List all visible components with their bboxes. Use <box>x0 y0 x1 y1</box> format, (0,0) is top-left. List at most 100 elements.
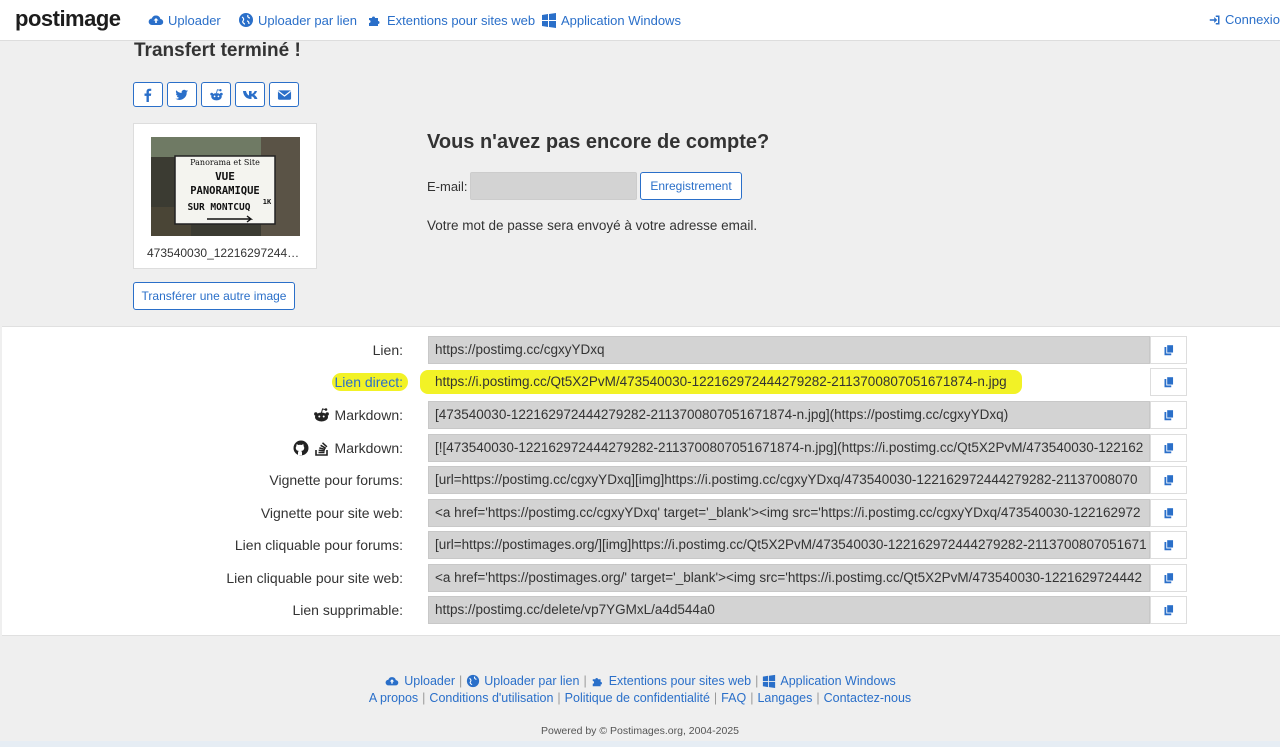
delete-link-field[interactable]: https://postimg.cc/delete/vp7YGMxL/a4d54… <box>428 596 1150 624</box>
link-row-delete: Lien supprimable: https://postimg.cc/del… <box>2 596 1280 624</box>
footer-tools: Uploader | Uploader par lien | Extention… <box>0 674 1280 688</box>
footer-faq-link[interactable]: FAQ <box>721 691 746 705</box>
copy-icon <box>1164 572 1174 584</box>
markdown-reddit-label: Markdown: <box>313 401 403 429</box>
copy-button[interactable] <box>1150 466 1187 494</box>
separator: | <box>713 691 718 705</box>
separator: | <box>755 674 759 688</box>
web-clickable-label: Lien cliquable pour site web: <box>226 570 403 586</box>
facebook-icon <box>144 88 152 102</box>
links-panel: Lien: https://postimg.cc/cgxyYDxq Lien d… <box>2 326 1280 636</box>
copy-button[interactable] <box>1150 596 1187 624</box>
copy-icon <box>1164 442 1174 454</box>
page-title: Transfert terminé ! <box>134 40 301 61</box>
uploaded-filename: 473540030_12216297244… <box>147 246 300 260</box>
vk-icon <box>243 90 258 99</box>
forum-thumbnail-label: Vignette pour forums: <box>269 472 403 488</box>
top-navbar: postimage Uploader Uploader par lien Ext… <box>0 0 1280 41</box>
web-thumbnail-label: Vignette pour site web: <box>260 505 403 521</box>
link-row-markdown-reddit: Markdown: [473540030-122162972444279282-… <box>2 401 1280 429</box>
markdown-reddit-field[interactable]: [473540030-122162972444279282-2113700807… <box>428 401 1150 429</box>
thumbnail-text-line-4: SUR MONTCUQ <box>188 202 251 213</box>
copy-icon <box>1164 507 1174 519</box>
separator: | <box>750 691 754 705</box>
web-thumbnail-field[interactable]: <a href='https://postimg.cc/cgxyYDxq' ta… <box>428 499 1150 527</box>
nav-uploader-by-link[interactable]: Uploader par lien <box>238 12 357 28</box>
separator: | <box>422 691 426 705</box>
share-twitter-button[interactable] <box>167 82 197 107</box>
footer-terms-link[interactable]: Conditions d'utilisation <box>429 691 553 705</box>
cloud-upload-icon <box>148 15 164 26</box>
globe-icon <box>239 13 253 27</box>
thumbnail-text-line-3: PANORAMIQUE <box>190 185 260 197</box>
copy-icon <box>1164 409 1174 421</box>
footer-languages-link[interactable]: Langages <box>757 691 812 705</box>
share-buttons <box>133 82 299 107</box>
link-row-web-thumbnail: Vignette pour site web: <a href='https:/… <box>2 499 1280 527</box>
web-clickable-field[interactable]: <a href='https://postimages.org/' target… <box>428 564 1150 592</box>
windows-icon <box>542 13 556 28</box>
link-field[interactable]: https://postimg.cc/cgxyYDxq <box>428 336 1150 364</box>
share-facebook-button[interactable] <box>133 82 163 107</box>
link-row-markdown-github: Markdown: [![473540030-12216297244427928… <box>2 434 1280 462</box>
link-row-direct: Lien direct: https://i.postimg.cc/Qt5X2P… <box>2 368 1280 396</box>
uploaded-image-card: Panorama et Site VUE PANORAMIQUE SUR MON… <box>133 123 317 269</box>
share-reddit-button[interactable] <box>201 82 231 107</box>
thumbnail-text-line-1: Panorama et Site <box>190 158 260 167</box>
windows-icon <box>763 674 776 688</box>
uploaded-image-thumbnail[interactable]: Panorama et Site VUE PANORAMIQUE SUR MON… <box>151 137 300 236</box>
copy-icon <box>1164 376 1174 388</box>
separator: | <box>816 691 820 705</box>
copy-icon <box>1164 604 1174 616</box>
separator: | <box>458 674 463 688</box>
nav-uploader-label: Uploader <box>168 12 221 28</box>
link-row-web-clickable: Lien cliquable pour site web: <a href='h… <box>2 564 1280 592</box>
nav-extensions-link[interactable]: Extentions pour sites web <box>367 12 535 28</box>
email-field[interactable] <box>470 172 637 200</box>
copy-button[interactable] <box>1150 368 1187 396</box>
forum-clickable-field[interactable]: [url=https://postimages.org/][img]https:… <box>428 531 1150 559</box>
share-vk-button[interactable] <box>235 82 265 107</box>
upload-another-button[interactable]: Transférer une autre image <box>133 282 295 310</box>
sign-in-icon <box>1209 15 1220 24</box>
stackoverflow-icon <box>314 442 328 456</box>
nav-login-link[interactable]: Connexion <box>1209 12 1280 27</box>
footer-about-link[interactable]: A propos <box>369 691 418 705</box>
copy-button[interactable] <box>1150 401 1187 429</box>
footer-extensions-link[interactable]: Extentions pour sites web <box>609 674 751 688</box>
markdown-github-field[interactable]: [![473540030-122162972444279282-21137008… <box>428 434 1150 462</box>
register-button[interactable]: Enregistrement <box>640 172 742 200</box>
footer-uploader-link[interactable]: Uploader <box>404 674 455 688</box>
copy-button[interactable] <box>1150 434 1187 462</box>
site-logo[interactable]: postimage <box>15 6 121 32</box>
nav-uploader-link[interactable]: Uploader <box>148 12 221 28</box>
globe-icon <box>467 674 480 688</box>
footer-uploader-by-link[interactable]: Uploader par lien <box>484 674 579 688</box>
copy-icon <box>1164 474 1174 486</box>
account-heading: Vous n'avez pas encore de compte? <box>427 131 770 153</box>
link-row-forum-thumbnail: Vignette pour forums: [url=https://posti… <box>2 466 1280 494</box>
footer-windows-app-link[interactable]: Application Windows <box>780 674 895 688</box>
footer-contact-link[interactable]: Contactez-nous <box>824 691 912 705</box>
copy-button[interactable] <box>1150 499 1187 527</box>
password-note: Votre mot de passe sera envoyé à votre a… <box>427 218 758 233</box>
nav-windows-app-link[interactable]: Application Windows <box>541 12 681 28</box>
cloud-upload-icon <box>385 677 399 686</box>
copy-button[interactable] <box>1150 336 1187 364</box>
forum-thumbnail-field[interactable]: [url=https://postimg.cc/cgxyYDxq][img]ht… <box>428 466 1150 494</box>
copy-button[interactable] <box>1150 531 1187 559</box>
thumbnail-text-line-5: 1K <box>263 198 272 206</box>
nav-uploader-by-link-label: Uploader par lien <box>258 12 358 28</box>
nav-extensions-label: Extentions pour sites web <box>387 12 536 28</box>
separator: | <box>557 691 561 705</box>
direct-link-field[interactable]: https://i.postimg.cc/Qt5X2PvM/473540030-… <box>428 368 1150 396</box>
footer-privacy-link[interactable]: Politique de confidentialité <box>565 691 710 705</box>
footer-info-links: A propos | Conditions d'utilisation | Po… <box>0 691 1280 705</box>
bottom-strip <box>0 741 1280 747</box>
twitter-icon <box>175 89 189 100</box>
share-email-button[interactable] <box>269 82 299 107</box>
copy-button[interactable] <box>1150 564 1187 592</box>
email-icon <box>277 89 291 100</box>
nav-login-label: Connexion <box>1225 12 1280 27</box>
email-label: E-mail: <box>427 179 468 194</box>
